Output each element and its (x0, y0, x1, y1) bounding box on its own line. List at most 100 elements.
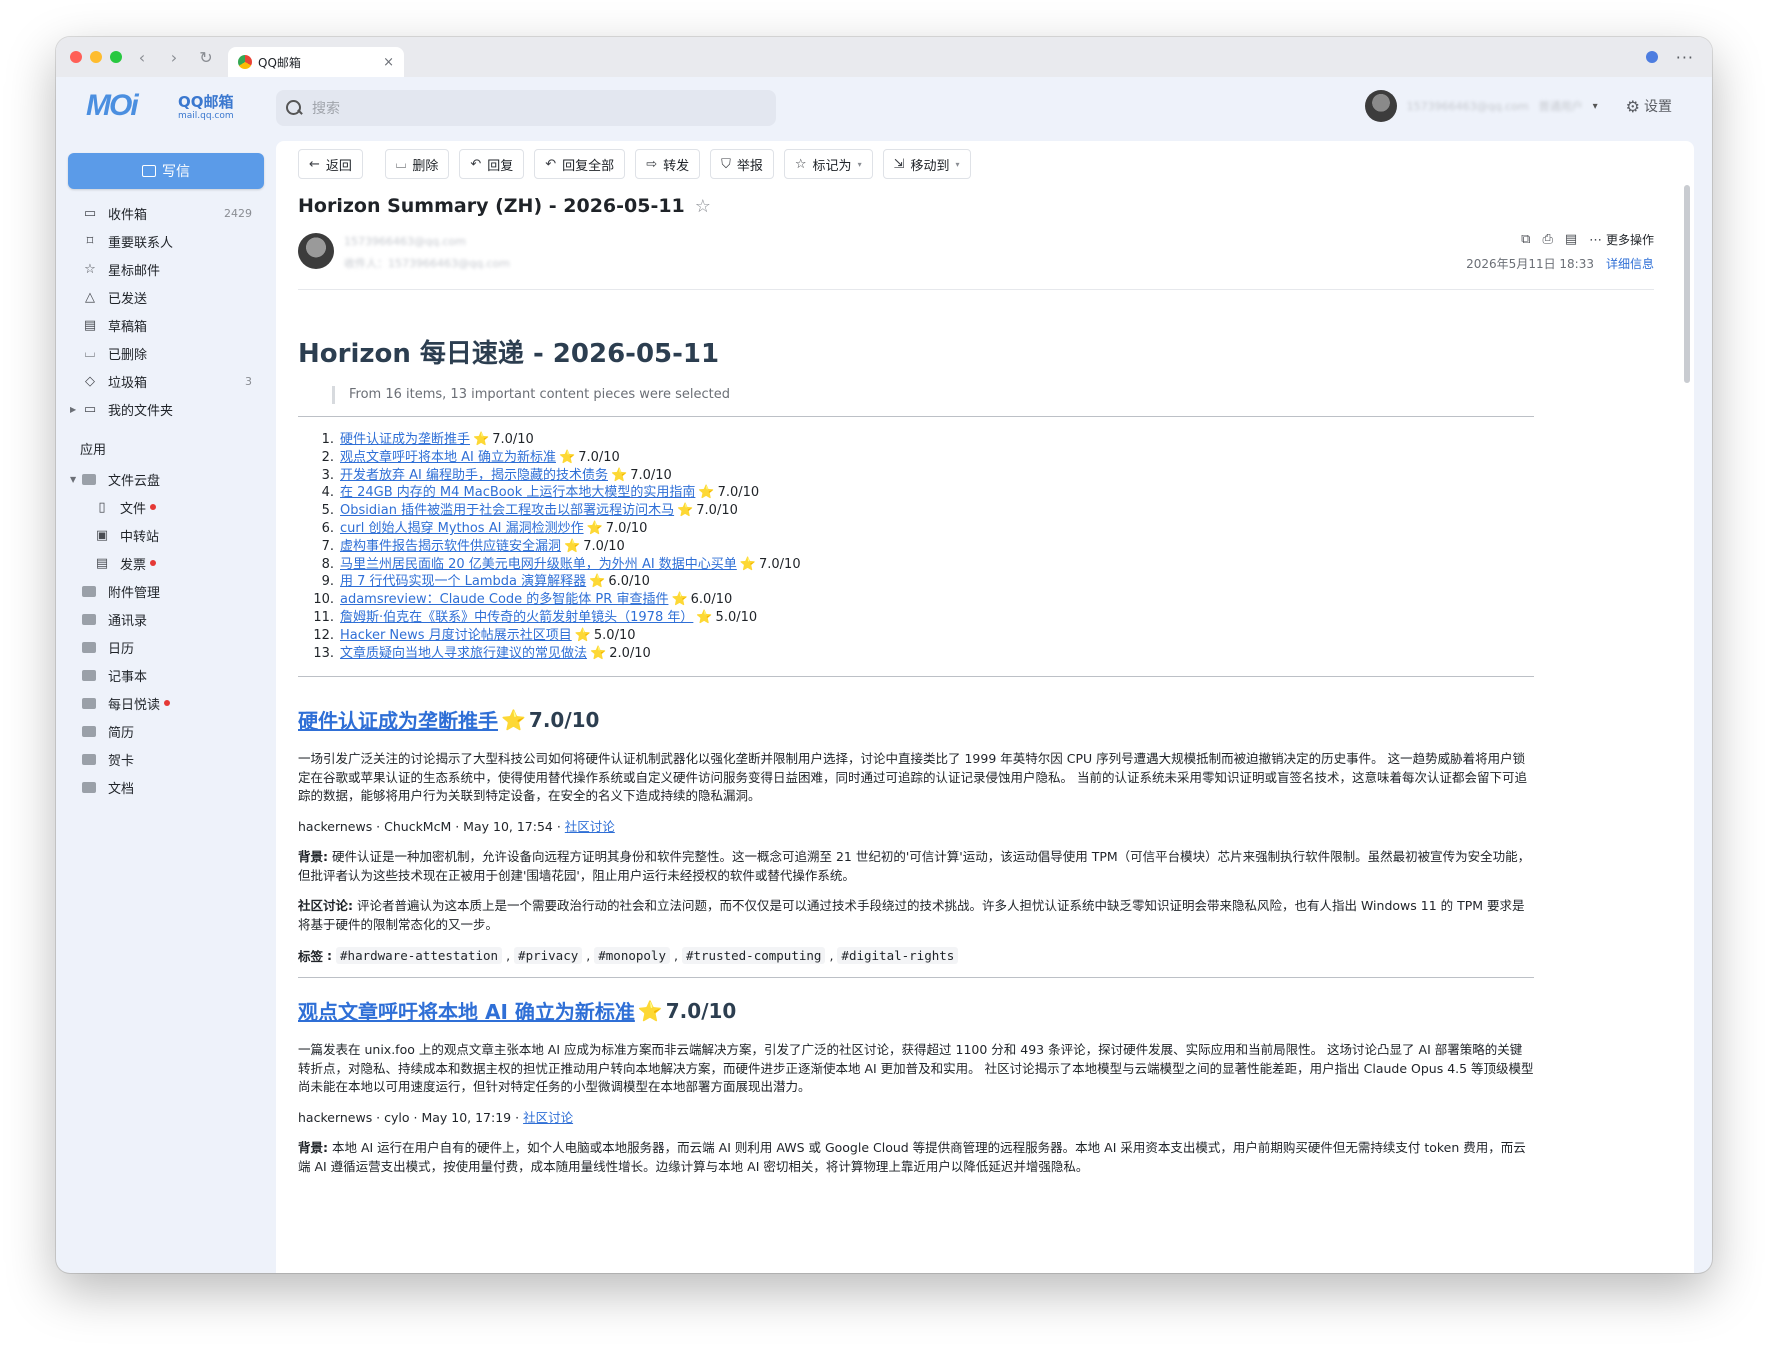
toc-item: 11. 詹姆斯·伯克在《联系》中传奇的火箭发射单镜头（1978 年） ⭐ 5.0/10 (313, 609, 1534, 627)
sidebar-item-starred[interactable]: ☆ 星标邮件 (56, 255, 276, 283)
sidebar-item-docs[interactable]: 文档 (56, 773, 276, 801)
more-actions-button[interactable]: ⋯ 更多操作 (1589, 231, 1654, 248)
toc-number: 3. (321, 467, 334, 483)
chevron-down-icon[interactable]: ▾ (1593, 101, 1598, 112)
back-button[interactable]: ← 返回 (298, 149, 363, 179)
sender-avatar[interactable] (298, 233, 334, 269)
toc-link[interactable]: 马里兰州居民面临 20 亿美元电网升级账单，为外州 AI 数据中心买单 (340, 556, 737, 574)
sidebar-item-cloud-drive[interactable]: ▼ 文件云盘 (56, 465, 276, 493)
qq-mail-logo[interactable]: MOi QQ邮箱 mail.qq.com (86, 87, 236, 131)
move-to-button[interactable]: ⇲ 移动到 ▾ (882, 149, 971, 179)
sidebar-item-transfer[interactable]: ▣ 中转站 (56, 521, 276, 549)
avatar[interactable] (1364, 90, 1397, 122)
toc-link[interactable]: adamsreview：Claude Code 的多智能体 PR 审查插件 (340, 591, 668, 609)
tag: #digital-rights (837, 947, 959, 965)
mark-as-button[interactable]: ☆ 标记为 ▾ (783, 149, 873, 179)
toc-number: 5. (321, 503, 334, 519)
sidebar-item-daily-reading[interactable]: 每日悦读 (56, 689, 276, 717)
toc-number: 9. (321, 574, 334, 590)
close-tab-icon[interactable]: × (383, 55, 394, 70)
star-icon[interactable]: ☆ (695, 196, 711, 217)
sidebar-item-invoice[interactable]: ▤ 发票 (56, 549, 276, 577)
print-icon[interactable]: ⎙ (1542, 232, 1552, 247)
browser-tab[interactable]: QQ邮箱 × (228, 47, 404, 77)
scrollbar[interactable] (1684, 185, 1690, 383)
digest-summary-quote: From 16 items, 13 important content piec… (332, 386, 1534, 404)
reload-icon[interactable]: ↻ (194, 45, 218, 69)
toc-score: 7.0/10 (492, 432, 534, 447)
sidebar-item-files[interactable]: ▯ 文件 (56, 493, 276, 521)
toc-link[interactable]: 开发者放弃 AI 编程助手，揭示隐藏的技术债务 (340, 467, 608, 485)
sidebar-item-my-folders[interactable]: ▶ ▭ 我的文件夹 (56, 395, 276, 423)
toc-item: 5. Obsidian 插件被滥用于社会工程攻击以部署远程访问木马 ⭐ 7.0/10 (320, 502, 1534, 520)
search-box[interactable]: 搜索 (276, 90, 776, 126)
toc-link[interactable]: 硬件认证成为垄断推手 (340, 431, 470, 449)
recipient-address: 收件人：1573966463@qq.com (344, 257, 510, 270)
discussion-link[interactable]: 社区讨论 (523, 1110, 573, 1125)
back-icon[interactable]: ‹ (130, 45, 154, 69)
favicon-icon (238, 55, 252, 69)
sidebar-item-cards[interactable]: 贺卡 (56, 745, 276, 773)
sidebar-item-label: 每日悦读 (108, 697, 161, 713)
reply-all-button[interactable]: ↶ 回复全部 (534, 149, 626, 179)
toc-link[interactable]: 用 7 行代码实现一个 Lambda 演算解释器 (340, 573, 586, 591)
settings-button[interactable]: ⚙ 设置 (1626, 96, 1672, 116)
sidebar-item-deleted[interactable]: ⌴ 已删除 (56, 339, 276, 367)
browser-menu-icon[interactable]: ··· (1676, 48, 1694, 67)
toc-link[interactable]: 观点文章呼吁将本地 AI 确立为新标准 (340, 449, 556, 467)
button-label: 更多操作 (1605, 233, 1654, 247)
chevron-right-icon[interactable]: ▶ (70, 405, 76, 414)
sidebar-item-attachments[interactable]: 附件管理 (56, 577, 276, 605)
sidebar-item-drafts[interactable]: ▤ 草稿箱 (56, 311, 276, 339)
chevron-down-icon[interactable]: ▼ (70, 475, 76, 484)
user-area: 1573966463@qq.com 普通用户 ▾ ⚙ 设置 (1364, 90, 1672, 122)
sidebar-item-notes[interactable]: 记事本 (56, 661, 276, 689)
section-meta: hackernews · cylo · May 10, 17:19 · 社区讨论 (298, 1109, 1534, 1128)
search-input[interactable]: 搜索 (312, 98, 340, 118)
toc-score: 6.0/10 (608, 574, 650, 590)
star-icon: ⭐ (501, 707, 526, 732)
button-label: 移动到 (910, 158, 950, 174)
toc-score: 7.0/10 (696, 503, 738, 519)
detail-link[interactable]: 详细信息 (1606, 255, 1654, 272)
report-button[interactable]: ⛉ 举报 (710, 149, 774, 179)
toc-link[interactable]: 在 24GB 内存的 M4 MacBook 上运行本地大模型的实用指南 (340, 484, 695, 502)
sidebar-item-inbox[interactable]: ▭ 收件箱 2429 (56, 199, 276, 227)
close-window-button[interactable] (70, 51, 82, 63)
new-window-icon[interactable]: ⧉ (1521, 232, 1530, 247)
sidebar-item-resume[interactable]: 简历 (56, 717, 276, 745)
toc-number: 2. (321, 449, 334, 465)
section-title: 硬件认证成为垄断推手 ⭐ 7.0/10 (298, 705, 1534, 734)
discussion-link[interactable]: 社区讨论 (565, 819, 615, 834)
sender-address[interactable]: 1573966463@qq.com (344, 235, 466, 248)
minimize-window-button[interactable] (90, 51, 102, 63)
sidebar-item-important-contacts[interactable]: ⌑ 重要联系人 (56, 227, 276, 255)
tab-title: QQ邮箱 (258, 55, 301, 70)
extension-icon[interactable] (1645, 51, 1658, 63)
sidebar-item-sent[interactable]: △ 已发送 (56, 283, 276, 311)
toc-link[interactable]: 虚构事件报告揭示软件供应链安全漏洞 (340, 538, 561, 556)
button-label: 回复全部 (562, 158, 615, 174)
button-label: 返回 (325, 158, 352, 174)
forward-icon[interactable]: › (162, 45, 186, 69)
zoom-window-button[interactable] (110, 51, 122, 63)
forward-button[interactable]: ⇨ 转发 (635, 149, 701, 179)
table-of-contents: 1. 硬件认证成为垄断推手 ⭐ 7.0/10 2. 观点文章呼吁将本地 AI 确立为新标准… (313, 431, 1534, 663)
note-icon[interactable]: ▤ (1565, 232, 1577, 247)
toc-number: 6. (321, 520, 334, 536)
reply-button[interactable]: ↶ 回复 (459, 149, 525, 179)
compose-button[interactable]: 写信 (68, 153, 264, 189)
toc-link[interactable]: Hacker News 月度讨论帖展示社区项目 (340, 627, 572, 645)
toc-link[interactable]: curl 创始人揭穿 Mythos AI 漏洞检测炒作 (340, 520, 584, 538)
section-link[interactable]: 硬件认证成为垄断推手 (298, 705, 498, 734)
toc-link[interactable]: Obsidian 插件被滥用于社会工程攻击以部署远程访问木马 (340, 502, 674, 520)
trash-icon: ⌴ (84, 345, 96, 361)
section-link[interactable]: 观点文章呼吁将本地 AI 确立为新标准 (298, 996, 635, 1025)
sidebar-item-calendar[interactable]: 日历 (56, 633, 276, 661)
sidebar-item-contacts[interactable]: 通讯录 (56, 605, 276, 633)
toc-link[interactable]: 文章质疑向当地人寻求旅行建议的常见做法 (340, 645, 587, 663)
button-label: 删除 (412, 158, 439, 174)
sidebar-item-spam[interactable]: ◇ 垃圾箱 3 (56, 367, 276, 395)
toc-link[interactable]: 詹姆斯·伯克在《联系》中传奇的火箭发射单镜头（1978 年） (340, 609, 693, 627)
delete-button[interactable]: ⌴ 删除 (384, 149, 450, 179)
